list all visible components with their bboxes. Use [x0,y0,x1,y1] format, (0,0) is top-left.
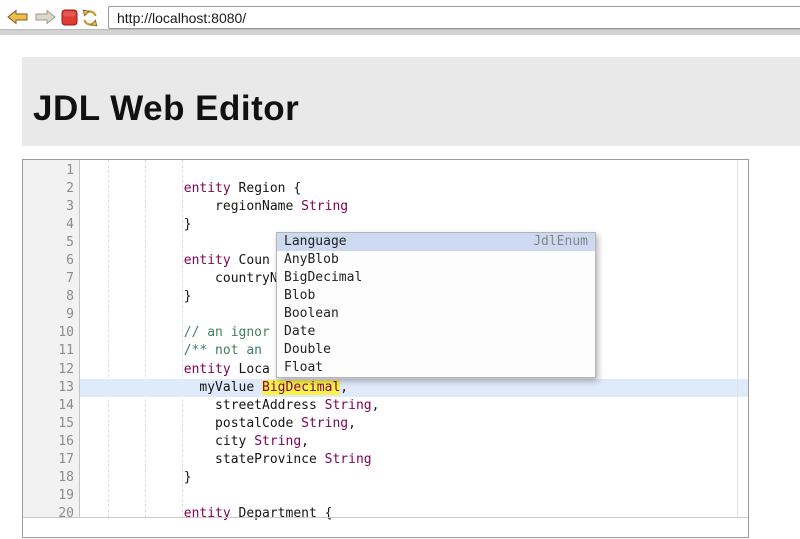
line-number: 4 [23,216,74,234]
code-line-current[interactable]: myValue BigDecimal, [80,379,748,397]
page-header: JDL Web Editor [22,57,800,146]
url-input[interactable] [108,6,800,29]
line-number: 14 [23,397,74,415]
token-comment: /** not an [82,343,270,358]
line-number: 6 [23,252,74,270]
token-text: } [82,289,192,304]
token-text: Region { [231,181,301,196]
autocomplete-popup: Language JdlEnum AnyBlobBigDecimalBlobBool… [276,232,596,378]
token-text: myValue [82,380,262,395]
token-keyword: entity [184,181,231,196]
line-number: 9 [23,306,74,324]
autocomplete-item-label: Double [284,341,331,359]
line-number: 20 [23,505,74,523]
token-keyword: entity [184,506,231,521]
token-text: , [348,416,356,431]
token-keyword: entity [184,253,231,268]
line-number: 7 [23,270,74,288]
code-line[interactable]: entity Region { [80,180,748,198]
line-number: 11 [23,342,74,360]
autocomplete-item-detail: JdlEnum [533,233,588,251]
code-line[interactable] [80,487,748,505]
token-text: countryN [82,271,278,286]
line-number: 15 [23,415,74,433]
code-line[interactable]: streetAddress String, [80,397,748,415]
vertical-scrollbar-track[interactable] [737,160,738,517]
autocomplete-item-label: BigDecimal [284,269,362,287]
token-text [82,253,184,268]
autocomplete-item[interactable]: AnyBlob [277,251,595,269]
token-keyword: String [301,416,348,431]
autocomplete-item[interactable]: BigDecimal [277,269,595,287]
reload-button-icon[interactable] [81,9,99,27]
line-number: 5 [23,234,74,252]
token-text [82,506,184,521]
line-number: 3 [23,198,74,216]
token-text: regionName [82,199,301,214]
autocomplete-item-label: Boolean [284,305,339,323]
code-line[interactable]: postalCode String, [80,415,748,433]
token-comment: // an ignor [82,325,270,340]
token-text: , [372,398,380,413]
line-number: 10 [23,324,74,342]
code-line[interactable] [80,162,748,180]
line-number: 8 [23,288,74,306]
token-text: stateProvince [82,452,325,467]
line-number: 2 [23,180,74,198]
toolbar-divider [0,29,800,35]
token-text: , [301,434,309,449]
token-text: , [340,380,348,395]
token-keyword: entity [184,362,231,377]
token-keyword: String [254,434,301,449]
autocomplete-item[interactable]: Boolean [277,305,595,323]
autocomplete-item[interactable]: Float [277,359,595,377]
autocomplete-item[interactable]: Date [277,323,595,341]
gutter: 1234567891011121314151617181920 [23,160,80,517]
horizontal-scrollbar-track[interactable] [23,517,748,518]
stop-button-icon[interactable] [61,9,78,26]
token-text: Department { [231,506,333,521]
token-text [82,362,184,377]
line-number: 12 [23,361,74,379]
autocomplete-item-label: AnyBlob [284,251,339,269]
token-keyword: String [325,452,372,467]
token-keyword: String [325,398,372,413]
code-line[interactable]: stateProvince String [80,451,748,469]
autocomplete-item[interactable]: Double [277,341,595,359]
line-number: 18 [23,469,74,487]
browser-toolbar [0,0,800,34]
autocomplete-item-label: Date [284,323,315,341]
token-text: } [82,217,192,232]
autocomplete-item[interactable]: Blob [277,287,595,305]
token-text [82,181,184,196]
forward-button-icon[interactable] [35,9,56,25]
autocomplete-item-label: Language [284,233,347,251]
token-text: } [82,470,192,485]
line-number: 16 [23,433,74,451]
token-keyword: String [301,199,348,214]
code-line[interactable]: } [80,469,748,487]
line-number: 13 [23,379,74,397]
code-line[interactable]: regionName String [80,198,748,216]
autocomplete-item-label: Float [284,359,323,377]
token-text: Loca [231,362,270,377]
line-number: 17 [23,451,74,469]
code-line[interactable]: city String, [80,433,748,451]
line-number: 1 [23,162,74,180]
autocomplete-item-label: Blob [284,287,315,305]
token-text: postalCode [82,416,301,431]
line-number: 19 [23,487,74,505]
token-highlighted: BigDecimal [262,380,340,395]
token-text: city [82,434,254,449]
token-text: Coun [231,253,270,268]
token-text: streetAddress [82,398,325,413]
page-title: JDL Web Editor [22,57,800,129]
back-button-icon[interactable] [7,9,28,25]
gutter-numbers: 1234567891011121314151617181920 [23,162,74,523]
autocomplete-item-selected[interactable]: Language JdlEnum [277,233,595,251]
code-line[interactable]: entity Department { [80,505,748,523]
